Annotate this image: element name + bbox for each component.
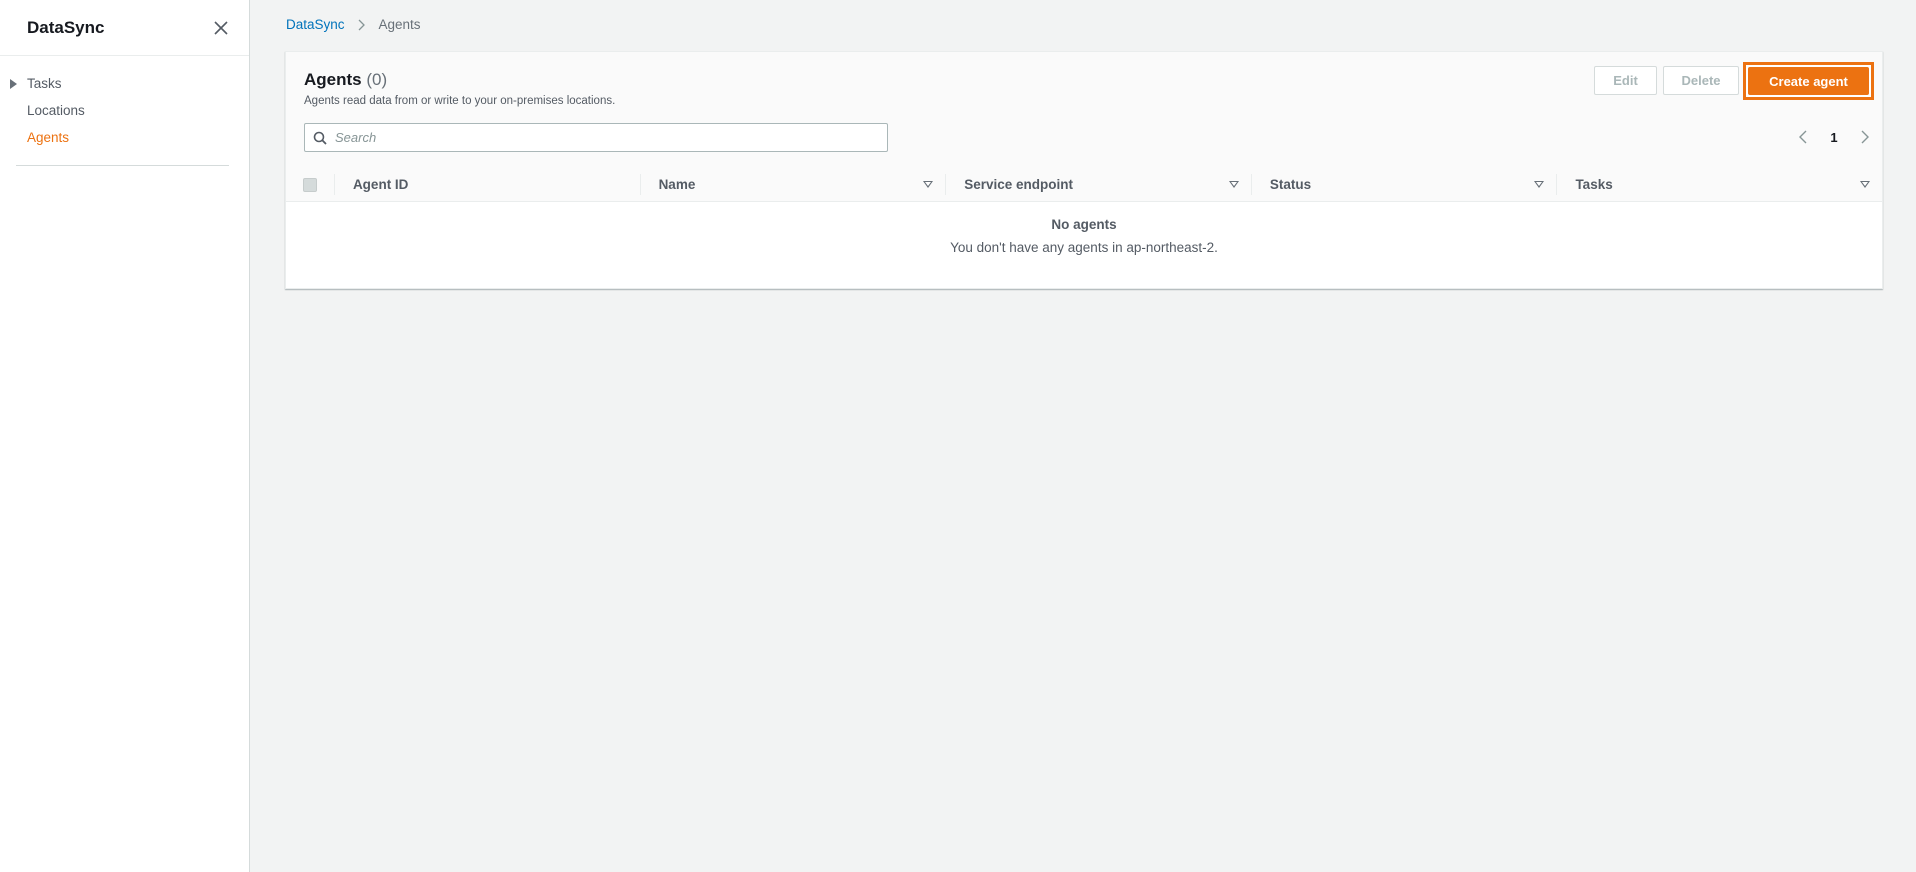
search-input[interactable] — [335, 124, 887, 151]
sidebar-item-locations[interactable]: Locations — [0, 97, 249, 124]
sidebar-item-label: Agents — [27, 130, 70, 145]
agents-table-panel: Agents (0) Agents read data from or writ… — [285, 51, 1883, 289]
sidebar-header: DataSync — [0, 0, 249, 56]
empty-state-message: You don't have any agents in ap-northeas… — [950, 240, 1218, 255]
sort-down-icon — [1228, 181, 1239, 188]
page-number[interactable]: 1 — [1830, 130, 1837, 145]
empty-state-title: No agents — [1051, 217, 1117, 232]
column-header-label: Status — [1269, 177, 1312, 192]
edit-button[interactable]: Edit — [1594, 66, 1657, 95]
sidebar-divider — [16, 165, 229, 166]
close-icon[interactable] — [211, 18, 231, 38]
panel-title: Agents (0) — [304, 70, 387, 90]
column-header-label: Agent ID — [352, 177, 409, 192]
sort-down-icon — [923, 181, 934, 188]
column-header-tasks[interactable]: Tasks — [1556, 174, 1882, 195]
sidebar: DataSync Tasks Locations Agents — [0, 0, 250, 872]
panel-description: Agents read data from or write to your o… — [304, 95, 616, 107]
sidebar-nav: Tasks Locations Agents — [0, 56, 249, 166]
pagination: 1 — [1794, 126, 1874, 148]
sidebar-title: DataSync — [27, 17, 105, 37]
panel-header: Agents (0) Agents read data from or writ… — [286, 52, 1882, 202]
panel-count: (0) — [366, 70, 388, 89]
search-field[interactable] — [304, 123, 888, 152]
sidebar-item-tasks[interactable]: Tasks — [0, 70, 249, 97]
column-header-service-endpoint[interactable]: Service endpoint — [945, 174, 1251, 195]
column-header-name[interactable]: Name — [639, 174, 946, 195]
empty-state: No agents You don't have any agents in a… — [286, 202, 1882, 255]
sort-down-icon — [1534, 181, 1545, 188]
select-all-cell — [286, 167, 334, 202]
sidebar-item-agents[interactable]: Agents — [0, 124, 249, 151]
chevron-right-icon[interactable] — [1856, 128, 1874, 146]
column-header-label: Service endpoint — [964, 177, 1073, 192]
breadcrumb-current: Agents — [378, 17, 421, 32]
create-agent-button-focus-ring: Create agent — [1743, 62, 1874, 100]
breadcrumb: DataSync Agents — [286, 17, 421, 32]
panel-title-text: Agents — [304, 70, 362, 89]
table-header: Agent ID Name Service endpoint Status Ta… — [286, 167, 1882, 202]
delete-button[interactable]: Delete — [1663, 66, 1739, 95]
sort-down-icon — [1860, 181, 1871, 188]
chevron-left-icon[interactable] — [1794, 128, 1812, 146]
create-agent-button[interactable]: Create agent — [1748, 67, 1869, 95]
search-icon — [305, 124, 335, 151]
sidebar-item-label: Tasks — [27, 76, 62, 91]
column-header-agent-id[interactable]: Agent ID — [333, 174, 640, 195]
select-all-checkbox[interactable] — [302, 177, 317, 192]
chevron-right-icon — [355, 18, 369, 32]
column-header-label: Tasks — [1575, 177, 1613, 192]
breadcrumb-link-datasync[interactable]: DataSync — [286, 17, 345, 32]
column-header-label: Name — [658, 177, 696, 192]
caret-right-icon[interactable] — [10, 79, 17, 89]
sidebar-item-label: Locations — [27, 103, 85, 118]
column-header-status[interactable]: Status — [1250, 174, 1557, 195]
